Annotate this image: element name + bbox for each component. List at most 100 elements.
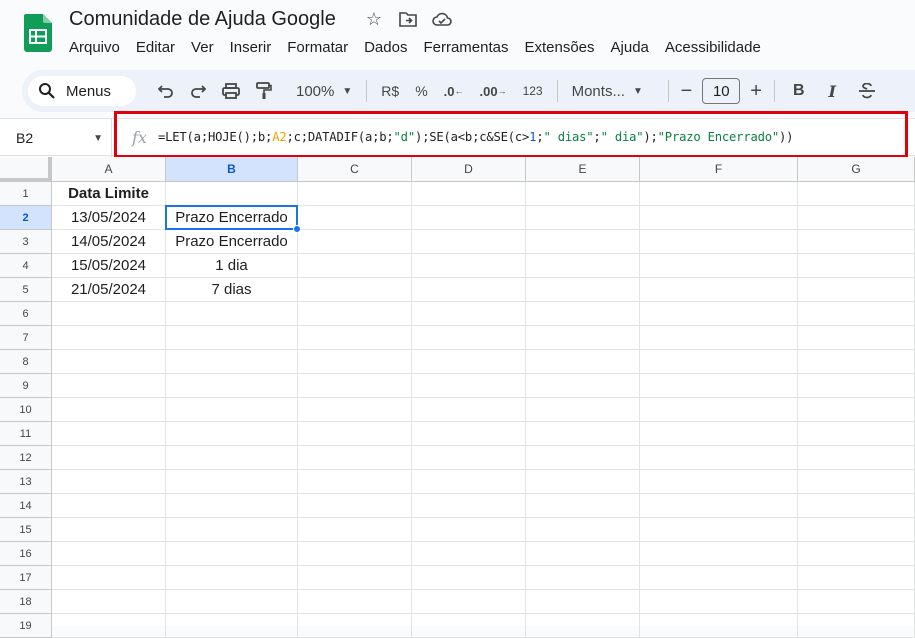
cell-b1[interactable]: [166, 182, 298, 206]
cell-e15[interactable]: [526, 518, 640, 542]
cell-f13[interactable]: [640, 470, 798, 494]
cell-d1[interactable]: [412, 182, 526, 206]
percent-format-button[interactable]: %: [407, 76, 435, 106]
cell-e13[interactable]: [526, 470, 640, 494]
cell-b2[interactable]: Prazo Encerrado: [166, 206, 298, 230]
cell-a9[interactable]: [52, 374, 166, 398]
menu-arquivo[interactable]: Arquivo: [61, 37, 128, 58]
cell-g11[interactable]: [798, 422, 915, 446]
strikethrough-button[interactable]: [848, 76, 886, 106]
cell-d16[interactable]: [412, 542, 526, 566]
cell-e12[interactable]: [526, 446, 640, 470]
undo-button[interactable]: [150, 76, 182, 106]
cell-g5[interactable]: [798, 278, 915, 302]
menu-ver[interactable]: Ver: [183, 37, 222, 58]
cell-g14[interactable]: [798, 494, 915, 518]
cell-g10[interactable]: [798, 398, 915, 422]
cell-c12[interactable]: [298, 446, 412, 470]
cell-f14[interactable]: [640, 494, 798, 518]
row-header-15[interactable]: 15: [0, 518, 52, 542]
cell-c8[interactable]: [298, 350, 412, 374]
row-header-10[interactable]: 10: [0, 398, 52, 422]
menu-acessibilidade[interactable]: Acessibilidade: [657, 37, 769, 58]
cell-c7[interactable]: [298, 326, 412, 350]
cell-b8[interactable]: [166, 350, 298, 374]
number-format-button[interactable]: 123: [515, 76, 551, 106]
row-header-2[interactable]: 2: [0, 206, 52, 230]
column-header-b[interactable]: B: [166, 157, 298, 182]
cell-g4[interactable]: [798, 254, 915, 278]
cell-d15[interactable]: [412, 518, 526, 542]
cell-e2[interactable]: [526, 206, 640, 230]
italic-button[interactable]: I: [817, 76, 848, 106]
cell-g13[interactable]: [798, 470, 915, 494]
cell-b18[interactable]: [166, 590, 298, 614]
cell-a16[interactable]: [52, 542, 166, 566]
cell-c17[interactable]: [298, 566, 412, 590]
redo-button[interactable]: [182, 76, 214, 106]
bold-button[interactable]: B: [781, 76, 817, 106]
cell-d2[interactable]: [412, 206, 526, 230]
cell-c10[interactable]: [298, 398, 412, 422]
row-header-16[interactable]: 16: [0, 542, 52, 566]
cell-d17[interactable]: [412, 566, 526, 590]
decrease-font-size-button[interactable]: −: [675, 76, 699, 106]
name-box[interactable]: B2 ▼: [0, 119, 112, 157]
google-sheets-logo-icon[interactable]: [24, 14, 52, 52]
cell-b5[interactable]: 7 dias: [166, 278, 298, 302]
move-folder-icon[interactable]: [398, 9, 418, 29]
cell-a15[interactable]: [52, 518, 166, 542]
row-header-17[interactable]: 17: [0, 566, 52, 590]
cell-a12[interactable]: [52, 446, 166, 470]
row-header-3[interactable]: 3: [0, 230, 52, 254]
cell-g8[interactable]: [798, 350, 915, 374]
cell-d18[interactable]: [412, 590, 526, 614]
row-header-19[interactable]: 19: [0, 614, 52, 638]
row-header-8[interactable]: 8: [0, 350, 52, 374]
cell-c14[interactable]: [298, 494, 412, 518]
cell-c9[interactable]: [298, 374, 412, 398]
cell-a1[interactable]: Data Limite: [52, 182, 166, 206]
cell-b6[interactable]: [166, 302, 298, 326]
column-header-g[interactable]: G: [798, 157, 915, 182]
cell-f4[interactable]: [640, 254, 798, 278]
cell-d10[interactable]: [412, 398, 526, 422]
cell-e6[interactable]: [526, 302, 640, 326]
cell-d8[interactable]: [412, 350, 526, 374]
cell-f3[interactable]: [640, 230, 798, 254]
cell-c15[interactable]: [298, 518, 412, 542]
cell-d3[interactable]: [412, 230, 526, 254]
formula-input[interactable]: =LET(a;HOJE();b;A2;c;DATADIF(a;b;"d");SE…: [158, 130, 794, 144]
menu-ferramentas[interactable]: Ferramentas: [415, 37, 516, 58]
cell-e8[interactable]: [526, 350, 640, 374]
cloud-saved-icon[interactable]: [432, 9, 452, 29]
cell-e14[interactable]: [526, 494, 640, 518]
cell-b12[interactable]: [166, 446, 298, 470]
cell-e10[interactable]: [526, 398, 640, 422]
cell-f5[interactable]: [640, 278, 798, 302]
cell-c11[interactable]: [298, 422, 412, 446]
cell-g6[interactable]: [798, 302, 915, 326]
font-family-select[interactable]: Monts... ▼: [564, 76, 662, 106]
cell-a5[interactable]: 21/05/2024: [52, 278, 166, 302]
column-header-a[interactable]: A: [52, 157, 166, 182]
cell-f17[interactable]: [640, 566, 798, 590]
cell-g9[interactable]: [798, 374, 915, 398]
column-header-c[interactable]: C: [298, 157, 412, 182]
cell-b16[interactable]: [166, 542, 298, 566]
row-header-1[interactable]: 1: [0, 182, 52, 206]
cell-a13[interactable]: [52, 470, 166, 494]
row-header-18[interactable]: 18: [0, 590, 52, 614]
cell-g18[interactable]: [798, 590, 915, 614]
menu-extensoes[interactable]: Extensões: [516, 37, 602, 58]
cell-b19[interactable]: [166, 614, 298, 638]
column-header-f[interactable]: F: [640, 157, 798, 182]
cell-b14[interactable]: [166, 494, 298, 518]
cell-g15[interactable]: [798, 518, 915, 542]
cell-e7[interactable]: [526, 326, 640, 350]
menu-formatar[interactable]: Formatar: [279, 37, 356, 58]
cell-e11[interactable]: [526, 422, 640, 446]
cell-a19[interactable]: [52, 614, 166, 638]
cell-c13[interactable]: [298, 470, 412, 494]
cell-c5[interactable]: [298, 278, 412, 302]
